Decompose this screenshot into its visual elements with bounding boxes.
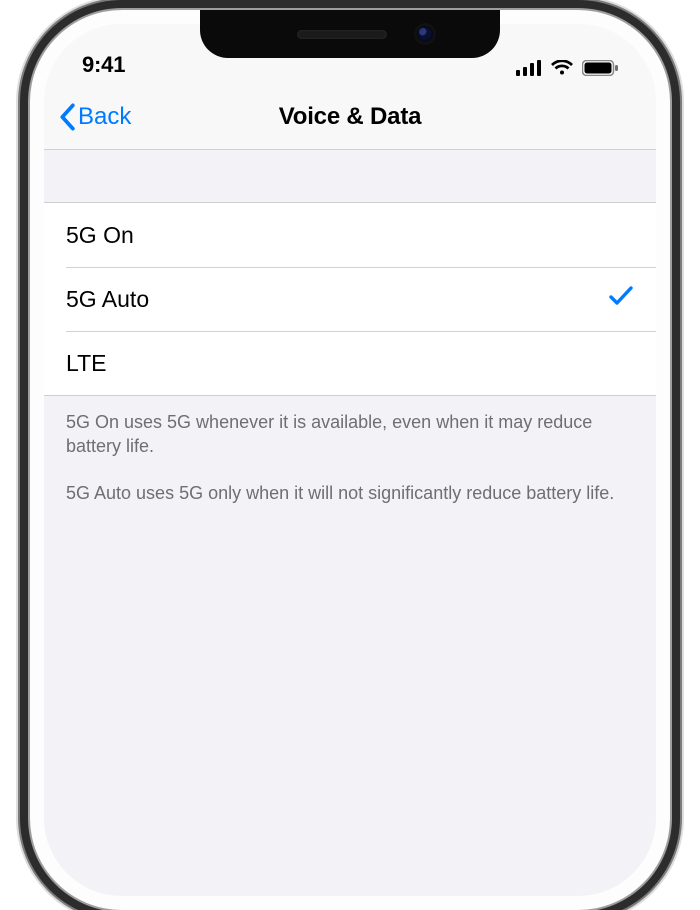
nav-bar: Back Voice & Data bbox=[44, 84, 656, 150]
status-time: 9:41 bbox=[82, 52, 125, 78]
back-label: Back bbox=[78, 103, 131, 131]
notch bbox=[200, 10, 500, 58]
list-header-gap bbox=[44, 150, 656, 202]
battery-icon bbox=[582, 60, 618, 76]
option-label: 5G Auto bbox=[66, 286, 608, 313]
page-title: Voice & Data bbox=[44, 103, 656, 131]
back-button[interactable]: Back bbox=[58, 84, 131, 149]
footer-line-2: 5G Auto uses 5G only when it will not si… bbox=[66, 481, 634, 505]
front-camera bbox=[417, 26, 433, 42]
footer-line-1: 5G On uses 5G whenever it is available, … bbox=[66, 410, 634, 459]
earpiece-speaker bbox=[297, 30, 387, 39]
device-frame: 9:41 bbox=[30, 10, 670, 910]
list-footer: 5G On uses 5G whenever it is available, … bbox=[44, 396, 656, 505]
cellular-icon bbox=[516, 60, 542, 76]
options-list: 5G On 5G Auto LTE bbox=[44, 202, 656, 396]
screen: 9:41 bbox=[44, 24, 656, 896]
chevron-left-icon bbox=[58, 103, 76, 131]
option-5g-auto[interactable]: 5G Auto bbox=[44, 267, 656, 331]
option-label: LTE bbox=[66, 350, 634, 377]
checkmark-icon bbox=[608, 284, 634, 314]
wifi-icon bbox=[550, 60, 574, 76]
option-5g-on[interactable]: 5G On bbox=[44, 203, 656, 267]
option-lte[interactable]: LTE bbox=[44, 331, 656, 395]
option-label: 5G On bbox=[66, 222, 634, 249]
status-icons bbox=[516, 60, 618, 78]
